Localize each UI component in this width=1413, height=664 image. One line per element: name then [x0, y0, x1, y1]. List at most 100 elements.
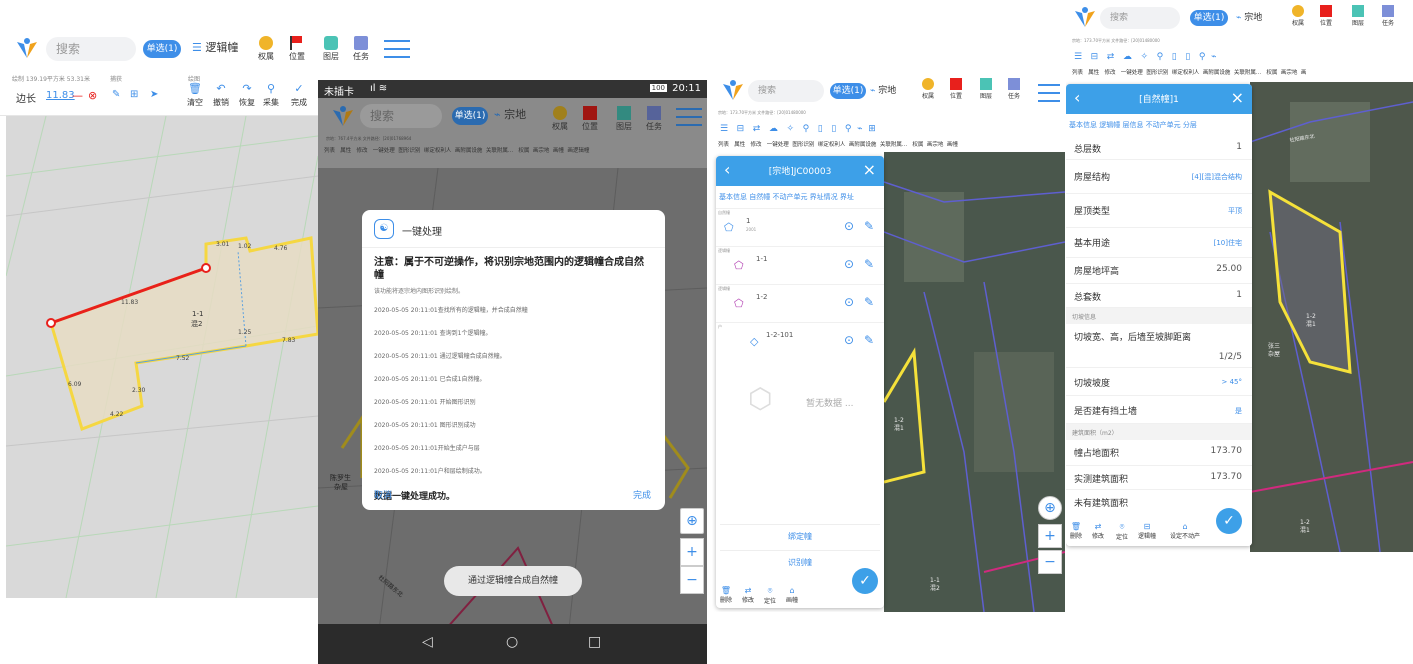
field-row[interactable]: 屋顶类型 平顶	[1066, 194, 1252, 228]
edit-icon[interactable]: ✎	[864, 333, 874, 347]
layers-button[interactable]: 图层	[1348, 5, 1368, 27]
tool-draw-building[interactable]: 画幢	[553, 148, 564, 154]
mode-logical-building[interactable]: ☰ 逻辑幢	[192, 39, 238, 55]
tool-list[interactable]: 列表	[324, 148, 335, 154]
tool-attr[interactable]: 属性	[734, 142, 745, 148]
tool-rights[interactable]: 权属	[1266, 70, 1277, 76]
tool-one-click[interactable]: 一键处理	[373, 148, 395, 154]
tasks-button[interactable]: 任务	[1004, 78, 1024, 100]
rights-button[interactable]: 权属	[550, 106, 570, 132]
tool-one-click[interactable]: 一键处理	[767, 142, 789, 148]
mode-parcel[interactable]: ⌁ 宗地	[1236, 10, 1262, 23]
mode-parcel[interactable]: ⌁ 宗地	[870, 83, 896, 96]
set-real-estate-button[interactable]: ⌂ 设定不动产	[1170, 522, 1200, 540]
clear-button[interactable]: 🗑 清空	[186, 82, 204, 108]
close-icon[interactable]: ×	[1231, 88, 1244, 107]
tasks-button[interactable]: 任务	[644, 106, 664, 132]
arrow-icon[interactable]: ➤	[150, 89, 158, 100]
tool-draw-parcel[interactable]: 画宗地	[533, 148, 550, 154]
tool-draw-facility[interactable]: 画附属设施	[849, 142, 877, 148]
locate-icon[interactable]: ⊙	[844, 257, 854, 271]
locate-icon[interactable]: ⊕	[680, 508, 704, 534]
rights-button[interactable]: 权属	[918, 78, 938, 100]
search-input[interactable]: 搜索	[360, 104, 442, 128]
pen-icon[interactable]: ✎	[112, 89, 120, 100]
redo-button[interactable]: ↷ 恢复	[238, 82, 256, 108]
tool-draw[interactable]: 画	[1301, 70, 1307, 76]
search-input[interactable]: 搜索	[1100, 7, 1180, 29]
tool-draw-parcel[interactable]: 画宗地	[927, 142, 944, 148]
delete-button[interactable]: 🗑 删除	[720, 586, 732, 604]
field-row[interactable]: 未有建筑面积	[1066, 490, 1252, 509]
tool-list[interactable]: 列表	[1072, 70, 1083, 76]
tool-list[interactable]: 列表	[718, 142, 729, 148]
layers-button[interactable]: 图层	[320, 36, 342, 62]
card-tabs[interactable]: 基本信息 自然幢 不动产单元 界址情况 界址	[716, 186, 884, 208]
tool-draw-facility[interactable]: 画附属设施	[1203, 70, 1231, 76]
recents-icon[interactable]: □	[588, 634, 601, 650]
list-item[interactable]: 逻辑幢 ⬠ 1-2 ⊙ ✎	[716, 284, 884, 322]
single-select-button[interactable]: 单选(1)	[1190, 10, 1228, 26]
tool-draw-parcel[interactable]: 画宗地	[1281, 70, 1298, 76]
field-row[interactable]: 实测建筑面积 173.70	[1066, 466, 1252, 490]
locate-icon[interactable]: ⊙	[844, 333, 854, 347]
menu-icon[interactable]	[1038, 84, 1060, 102]
zoom-out-button[interactable]: −	[680, 566, 704, 594]
field-row[interactable]: 总层数 1	[1066, 136, 1252, 160]
minus-icon[interactable]: —	[72, 89, 83, 102]
locate-button[interactable]: ⌾ 定位	[1116, 522, 1128, 541]
field-row[interactable]: 切坡坡度 > 45°	[1066, 368, 1252, 396]
field-row[interactable]: 房屋地坪高 25.00	[1066, 258, 1252, 284]
tool-draw-facility[interactable]: 画附属设施	[455, 148, 483, 154]
locate-icon[interactable]: ⊕	[1038, 496, 1062, 520]
locate-button[interactable]: ⌾ 定位	[764, 586, 776, 605]
tool-link-facility[interactable]: 关联附属...	[486, 148, 513, 154]
list-item[interactable]: 自然幢 ⬠ 1 2001 ⊙ ✎	[716, 208, 884, 246]
confirm-check-icon[interactable]: ✓	[1216, 508, 1242, 534]
layers-button[interactable]: 图层	[976, 78, 996, 100]
tool-attr[interactable]: 属性	[1088, 70, 1099, 76]
home-icon[interactable]: ○	[506, 634, 518, 650]
rights-button[interactable]: 权属	[255, 36, 277, 62]
grid-icon[interactable]: ⊞	[130, 89, 138, 100]
undo-button[interactable]: ↶ 撤销	[212, 82, 230, 108]
field-row[interactable]: 房屋结构 [4][混]混合结构	[1066, 160, 1252, 194]
close-circle-icon[interactable]: ⊗	[88, 89, 97, 102]
tool-rights[interactable]: 权属	[518, 148, 529, 154]
field-row[interactable]: 切坡宽、高，后墙至坡脚距离 1/2/5	[1066, 324, 1252, 368]
menu-icon[interactable]	[384, 40, 410, 58]
list-item[interactable]: 户 ◇ 1-2-101 ⊙ ✎	[716, 322, 884, 360]
field-row[interactable]: 总套数 1	[1066, 284, 1252, 308]
map-canvas[interactable]: 1-1 混2 3.01 1.02 4.76 11.83 7.52 1.25 7.…	[6, 116, 318, 598]
zoom-in-button[interactable]: +	[1038, 524, 1062, 548]
cancel-button[interactable]: 取消	[374, 488, 392, 501]
delete-button[interactable]: 🗑 删除	[1070, 522, 1082, 540]
tool-shape-identify[interactable]: 图形识别	[398, 148, 420, 154]
finish-button[interactable]: 完成	[633, 488, 651, 501]
locate-icon[interactable]: ⊙	[844, 219, 854, 233]
logical-building-button[interactable]: ⊟ 逻辑幢	[1138, 522, 1156, 540]
location-button[interactable]: 位置	[1316, 5, 1336, 27]
field-row[interactable]: 幢占地面积 173.70	[1066, 440, 1252, 466]
confirm-check-icon[interactable]: ✓	[852, 568, 878, 594]
tool-edit[interactable]: 修改	[1105, 70, 1116, 76]
tool-rights[interactable]: 权属	[912, 142, 923, 148]
finish-button[interactable]: ✓ 完成	[290, 82, 308, 108]
field-row[interactable]: 是否建有挡土墙是	[1066, 396, 1252, 424]
location-button[interactable]: 位置	[946, 78, 966, 100]
edit-icon[interactable]: ✎	[864, 295, 874, 309]
card-tabs[interactable]: 基本信息 逻辑幢 层信息 不动产单元 分层	[1066, 114, 1252, 136]
locate-icon[interactable]: ⊙	[844, 295, 854, 309]
list-item[interactable]: 逻辑幢 ⬠ 1-1 ⊙ ✎	[716, 246, 884, 284]
location-button[interactable]: 位置	[286, 36, 308, 62]
tasks-button[interactable]: 任务	[350, 36, 372, 62]
zoom-out-button[interactable]: −	[1038, 550, 1062, 574]
tool-draw-building[interactable]: 画幢	[947, 142, 958, 148]
edit-icon[interactable]: ✎	[864, 257, 874, 271]
back-icon[interactable]: ◁	[422, 634, 433, 650]
edit-icon[interactable]: ✎	[864, 219, 874, 233]
modify-button[interactable]: ⇄ 修改	[742, 586, 754, 604]
modify-button[interactable]: ⇄ 修改	[1092, 522, 1104, 540]
tool-bind-owner[interactable]: 绑定权利人	[1172, 70, 1200, 76]
layers-button[interactable]: 图层	[614, 106, 634, 132]
